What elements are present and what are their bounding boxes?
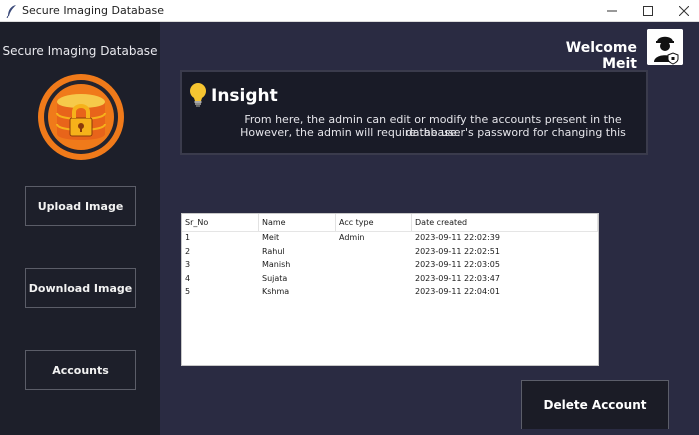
column-header[interactable]: Sr_No xyxy=(182,214,259,231)
cell-acc-type xyxy=(336,245,412,259)
cell-name: Kshma xyxy=(262,287,290,296)
minimize-icon xyxy=(607,10,617,12)
cell-sr-no: 4 xyxy=(185,273,191,283)
table-row[interactable]: 2 Rahul 2023-09-11 22:02:51 xyxy=(182,245,598,259)
column-header[interactable]: Date created xyxy=(412,214,598,231)
table-row[interactable]: 4 Sujata 2023-09-11 22:03:47 xyxy=(182,272,598,286)
cell-date-created: 2023-09-11 22:02:39 xyxy=(415,233,500,242)
cell-date-created: 2023-09-11 22:02:51 xyxy=(415,246,500,256)
column-header[interactable]: Acc type xyxy=(336,214,412,231)
maximize-button[interactable] xyxy=(628,0,668,22)
database-lock-logo-icon xyxy=(38,74,124,160)
minimize-button[interactable] xyxy=(592,0,632,22)
maximize-icon xyxy=(643,6,653,16)
cell-acc-type xyxy=(336,272,412,286)
cell-date-created: 2023-09-11 22:03:47 xyxy=(415,273,500,283)
table-row[interactable]: 1 Meit Admin 2023-09-11 22:02:39 xyxy=(182,231,598,245)
table-header: Sr_No Name Acc type Date created xyxy=(182,214,598,232)
upload-image-button[interactable]: Upload Image xyxy=(25,186,136,226)
sidebar: Secure Imaging Database Upload Image Dow… xyxy=(0,22,160,435)
title-bar: Secure Imaging Database xyxy=(0,0,699,22)
feather-icon xyxy=(6,5,16,18)
cell-name: Sujata xyxy=(262,273,288,283)
close-button[interactable] xyxy=(664,0,699,22)
table-row[interactable]: 5 Kshma 2023-09-11 22:04:01 xyxy=(182,285,598,299)
accounts-button[interactable]: Accounts xyxy=(25,350,136,390)
cell-acc-type xyxy=(336,285,412,299)
window-title: Secure Imaging Database xyxy=(22,4,164,17)
cell-date-created: 2023-09-11 22:04:01 xyxy=(415,287,500,296)
cell-sr-no: 5 xyxy=(185,287,191,296)
delete-account-button[interactable]: Delete Account xyxy=(521,380,669,429)
table-body: 1 Meit Admin 2023-09-11 22:02:39 2 Rahul… xyxy=(182,231,598,299)
close-icon xyxy=(679,6,689,16)
accounts-table[interactable]: Sr_No Name Acc type Date created 1 Meit … xyxy=(181,213,599,366)
cell-name: Meit xyxy=(262,233,280,242)
column-header[interactable]: Name xyxy=(259,214,336,231)
sidebar-title: Secure Imaging Database xyxy=(2,44,158,58)
insight-heading: Insight xyxy=(211,86,278,106)
insight-panel: Insight From here, the admin can edit or… xyxy=(180,70,648,155)
cell-acc-type: Admin xyxy=(339,233,365,242)
cell-name: Manish xyxy=(262,260,291,269)
download-image-button[interactable]: Download Image xyxy=(25,268,136,308)
insight-text-line2: However, the admin will require the user… xyxy=(240,126,626,139)
cell-name: Rahul xyxy=(262,246,285,256)
cell-date-created: 2023-09-11 22:03:05 xyxy=(415,260,500,269)
welcome-text: Welcome Meit xyxy=(565,40,637,72)
cell-sr-no: 2 xyxy=(185,246,191,256)
cell-acc-type xyxy=(336,258,412,272)
table-row[interactable]: 3 Manish 2023-09-11 22:03:05 xyxy=(182,258,598,272)
cell-sr-no: 1 xyxy=(185,233,191,242)
user-avatar-icon[interactable] xyxy=(647,29,683,65)
cell-sr-no: 3 xyxy=(185,260,191,269)
lightbulb-icon xyxy=(190,83,206,107)
